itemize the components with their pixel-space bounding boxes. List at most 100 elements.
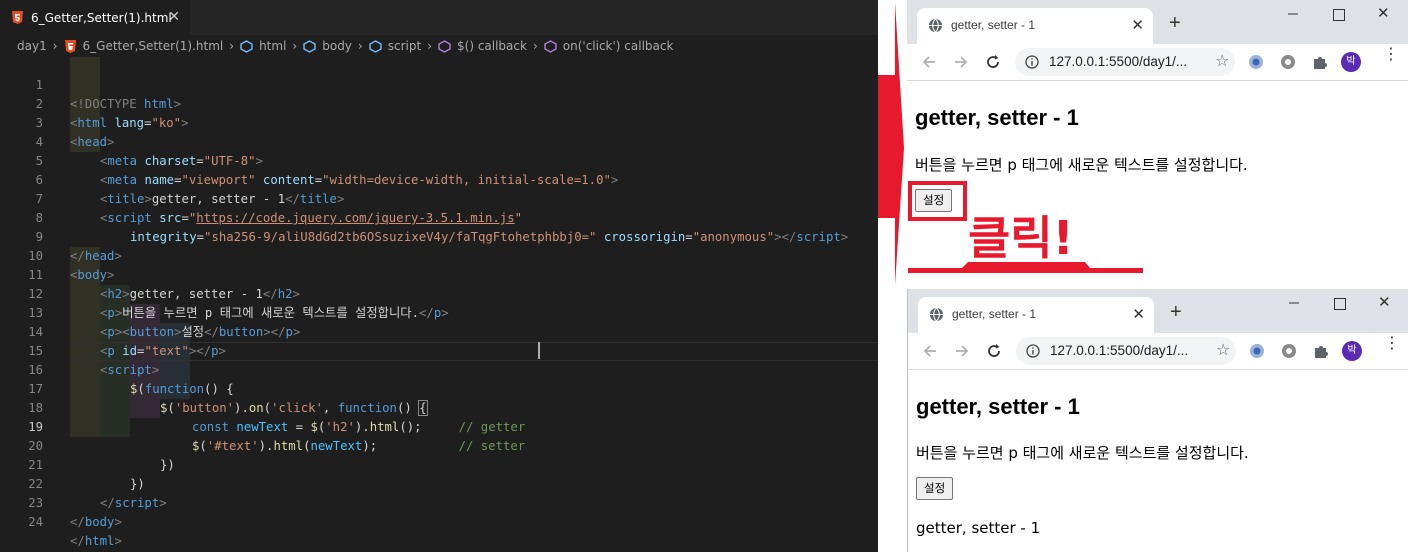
info-icon[interactable] bbox=[1026, 344, 1040, 358]
ext-blue-icon[interactable] bbox=[1247, 53, 1265, 71]
code-line: 24 </html> bbox=[0, 494, 878, 548]
code-line: 21 }) bbox=[0, 437, 878, 491]
red-arrow-right bbox=[878, 2, 904, 285]
code-line: 5 <meta name="viewport" content="width=d… bbox=[0, 133, 878, 187]
back-arrow-icon[interactable] bbox=[920, 341, 940, 361]
breadcrumb-label: html bbox=[259, 39, 287, 53]
chevron-right-icon: › bbox=[229, 39, 235, 53]
forward-arrow-icon[interactable] bbox=[952, 341, 972, 361]
address-bar[interactable]: 127.0.0.1:5500/day1/... ☆ bbox=[1015, 48, 1235, 76]
breadcrumb-folder[interactable]: day1 bbox=[17, 39, 47, 53]
code-line: 12 <p>버튼을 누르면 p 태그에 새로운 텍스트를 설정합니다.</p> bbox=[0, 266, 878, 320]
forward-arrow-icon[interactable] bbox=[951, 52, 971, 72]
breadcrumb-script[interactable]: script bbox=[369, 39, 421, 53]
breadcrumb-label: script bbox=[387, 39, 422, 53]
menu-dots-icon[interactable]: ⋮ bbox=[1384, 335, 1400, 351]
code-line: 13 <p><button>설정</button></p> bbox=[0, 285, 878, 339]
code-line: 7 <script src="https://code.jquery.com/j… bbox=[0, 171, 878, 225]
close-icon[interactable]: ✕ bbox=[1132, 305, 1145, 323]
code-line: 23 </body> bbox=[0, 475, 878, 529]
chevron-right-icon: › bbox=[52, 39, 58, 53]
bookmark-star-icon[interactable]: ☆ bbox=[1215, 52, 1229, 70]
html5-icon bbox=[12, 11, 23, 24]
code-line: 4 <meta charset="UTF-8"> bbox=[0, 114, 878, 168]
code-line: 22 </script> bbox=[0, 456, 878, 510]
click-highlight-box bbox=[908, 181, 967, 221]
chevron-right-icon: › bbox=[357, 39, 363, 53]
browser-toolbar: 127.0.0.1:5500/day1/... ☆ 박 ⋮ bbox=[908, 333, 1408, 370]
code-token: </ bbox=[70, 534, 85, 548]
symbol-icon bbox=[303, 39, 316, 53]
code-line: 17 $('button').on('click', function() { bbox=[0, 361, 878, 416]
code-token: > bbox=[114, 515, 122, 529]
code-token: </ bbox=[70, 515, 85, 529]
browser-titlebar: getter, setter - 1 ✕ + ✕ bbox=[908, 289, 1408, 333]
puzzle-icon[interactable] bbox=[1311, 53, 1329, 71]
click-annotation: 클릭! bbox=[968, 211, 1074, 265]
editor-tab-label: 6_Getter,Setter(1).html bbox=[31, 10, 172, 25]
globe-icon bbox=[928, 18, 943, 33]
code-token: body bbox=[84, 515, 115, 529]
url-text: 127.0.0.1:5500/day1/... bbox=[1050, 343, 1189, 358]
chevron-right-icon: › bbox=[532, 39, 538, 53]
browser-tab-title: getter, setter - 1 bbox=[951, 18, 1036, 32]
code-line: 15 <script> bbox=[0, 323, 878, 377]
ext-gear-icon[interactable] bbox=[1279, 53, 1297, 71]
html5-icon bbox=[64, 39, 76, 53]
puzzle-icon[interactable] bbox=[1312, 342, 1330, 360]
code-line: 2 <html lang="ko"> bbox=[0, 76, 878, 130]
code-token: > bbox=[114, 534, 122, 548]
maximize-icon[interactable] bbox=[1333, 9, 1345, 21]
address-bar[interactable]: 127.0.0.1:5500/day1/... ☆ bbox=[1016, 337, 1236, 365]
code-line: 3 <head> bbox=[0, 95, 878, 149]
page-paragraph: 버튼을 누르면 p 태그에 새로운 텍스트를 설정합니다. bbox=[916, 444, 1249, 462]
breadcrumb-label: 6_Getter,Setter(1).html bbox=[82, 39, 224, 53]
new-tab-button[interactable]: + bbox=[1170, 301, 1182, 323]
code-line: 1 <!DOCTYPE html> bbox=[0, 57, 878, 111]
back-arrow-icon[interactable] bbox=[919, 52, 939, 72]
new-tab-button[interactable]: + bbox=[1169, 12, 1181, 34]
reload-icon[interactable] bbox=[984, 341, 1004, 361]
window-close-icon[interactable]: ✕ bbox=[1378, 295, 1391, 310]
chevron-right-icon: › bbox=[292, 39, 298, 53]
ext-gear-icon[interactable] bbox=[1280, 342, 1298, 360]
breadcrumb-callback[interactable]: $() callback bbox=[438, 39, 527, 53]
reload-icon[interactable] bbox=[983, 52, 1003, 72]
code-line: 16 $(function() { bbox=[0, 342, 878, 396]
bookmark-star-icon[interactable]: ☆ bbox=[1216, 341, 1230, 359]
minimize-icon[interactable] bbox=[1288, 295, 1300, 307]
page-heading: getter, setter - 1 bbox=[916, 394, 1080, 419]
close-icon[interactable]: ✕ bbox=[168, 9, 180, 25]
breadcrumb-onclick[interactable]: on('click') callback bbox=[544, 39, 673, 53]
browser-tab[interactable]: getter, setter - 1 ✕ bbox=[918, 297, 1154, 333]
globe-icon bbox=[929, 307, 944, 322]
menu-dots-icon[interactable]: ⋮ bbox=[1383, 46, 1399, 62]
minimize-icon[interactable] bbox=[1287, 6, 1299, 18]
breadcrumb-label: day1 bbox=[17, 39, 47, 53]
browser-tab-title: getter, setter - 1 bbox=[952, 307, 1037, 321]
set-button[interactable]: 설정 bbox=[916, 477, 954, 500]
code-editor: 6_Getter,Setter(1).html ✕ day1 › 6_Gette… bbox=[0, 0, 878, 552]
code-line-active: 19 $('#text').html(newText); // setter bbox=[0, 399, 878, 453]
breadcrumb-file[interactable]: 6_Getter,Setter(1).html bbox=[64, 39, 224, 53]
avatar[interactable]: 박 bbox=[1341, 52, 1361, 72]
breadcrumb: day1 › 6_Getter,Setter(1).html › html › … bbox=[0, 35, 878, 57]
breadcrumb-html[interactable]: html bbox=[240, 39, 286, 53]
ext-blue-icon[interactable] bbox=[1248, 342, 1266, 360]
avatar[interactable]: 박 bbox=[1342, 341, 1362, 361]
chevron-right-icon: › bbox=[427, 39, 432, 53]
code-line: 18 const newText = $('h2').html(); // ge… bbox=[0, 380, 878, 434]
code-line: 6 <title>getter, setter - 1</title> bbox=[0, 152, 878, 206]
breadcrumb-body[interactable]: body bbox=[303, 39, 352, 53]
info-icon[interactable] bbox=[1025, 55, 1039, 69]
browser-toolbar: 127.0.0.1:5500/day1/... ☆ 박 ⋮ bbox=[907, 44, 1408, 81]
symbol-icon bbox=[369, 39, 382, 53]
editor-tab[interactable]: 6_Getter,Setter(1).html ✕ bbox=[0, 0, 190, 35]
close-icon[interactable]: ✕ bbox=[1131, 16, 1144, 34]
browser-tab[interactable]: getter, setter - 1 ✕ bbox=[917, 8, 1153, 44]
maximize-icon[interactable] bbox=[1334, 298, 1346, 310]
page-heading: getter, setter - 1 bbox=[915, 105, 1079, 130]
window-close-icon[interactable]: ✕ bbox=[1377, 6, 1390, 21]
code-token: html bbox=[84, 534, 115, 548]
symbol-icon bbox=[240, 39, 253, 53]
